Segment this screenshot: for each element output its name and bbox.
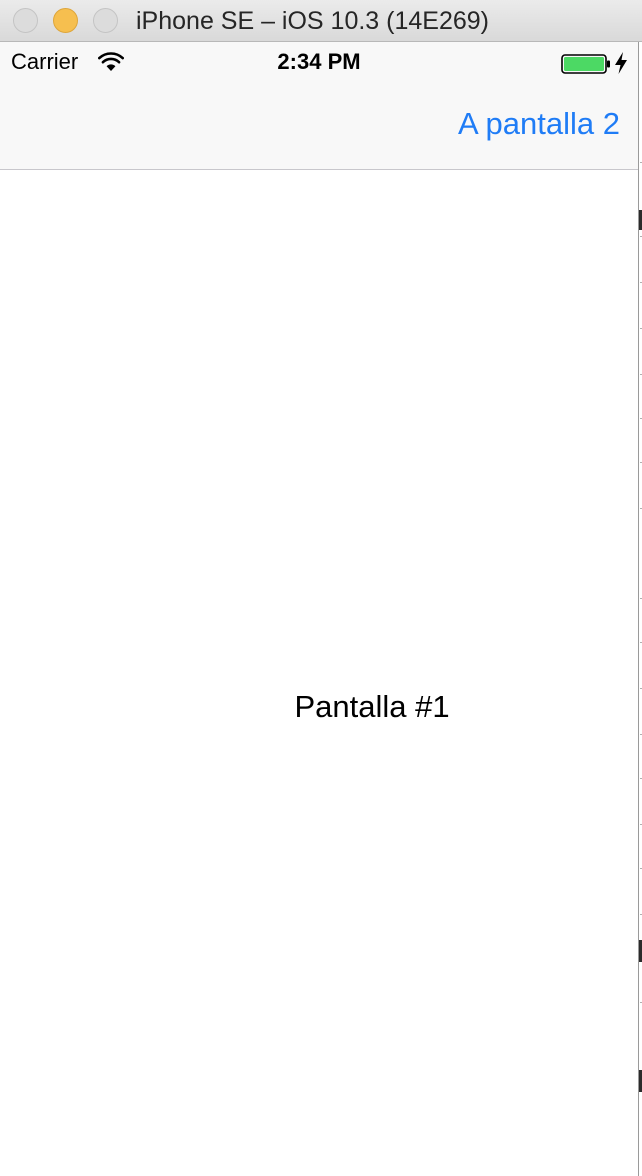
close-window-button[interactable] (13, 8, 38, 33)
screen-title-label: Pantalla #1 (294, 689, 450, 724)
navigation-bar: A pantalla 2 (0, 82, 638, 170)
window-title-bar[interactable]: iPhone SE – iOS 10.3 (14E269) (0, 0, 642, 42)
simulator-window: iPhone SE – iOS 10.3 (14E269) Carrier 2:… (0, 0, 642, 1176)
window-right-edge (638, 42, 642, 1176)
go-to-screen-2-button[interactable]: A pantalla 2 (458, 106, 620, 142)
charging-bolt-icon (615, 52, 627, 74)
window-title: iPhone SE – iOS 10.3 (14E269) (136, 7, 490, 35)
battery-icon (561, 54, 610, 74)
device-screen: Carrier 2:34 PM A pantalla 2 Pantalla #1 (0, 42, 638, 1176)
status-time: 2:34 PM (277, 49, 361, 74)
minimize-window-button[interactable] (53, 8, 78, 33)
zoom-window-button[interactable] (93, 8, 118, 33)
status-bar: Carrier 2:34 PM (0, 42, 638, 82)
